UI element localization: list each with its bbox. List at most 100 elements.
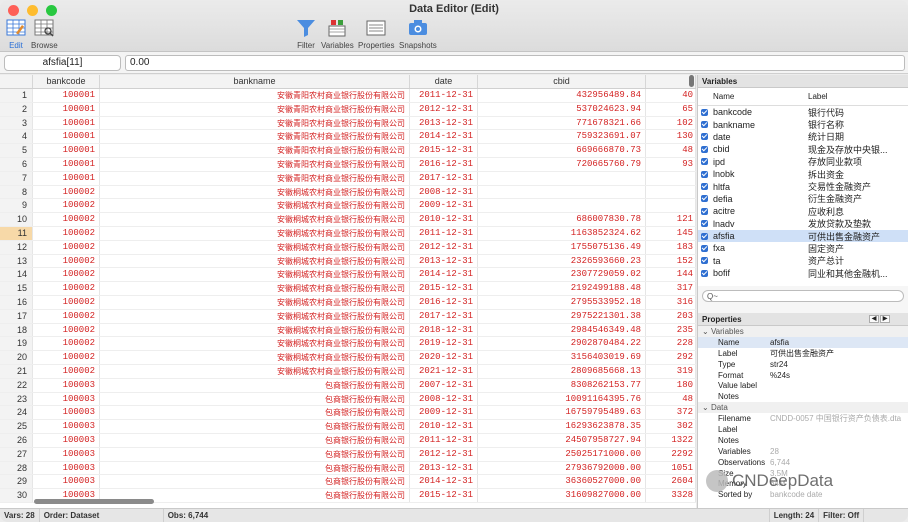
table-cell[interactable] — [478, 185, 646, 199]
table-cell[interactable]: 2975221301.38 — [478, 309, 646, 323]
row-number[interactable]: 9 — [0, 199, 33, 213]
property-row[interactable]: Format %24s — [698, 370, 908, 381]
row-number[interactable]: 21 — [0, 364, 33, 378]
table-cell[interactable]: 686007830.78 — [478, 213, 646, 226]
table-cell[interactable]: 包商银行股份有限公司 — [100, 420, 410, 433]
table-row[interactable]: 2 100001 安徽青阳农村商业银行股份有限公司 2012-12-31 5370246… — [0, 102, 696, 117]
table-cell[interactable]: 2010-12-31 — [410, 420, 478, 433]
table-cell[interactable]: 安徽桐城农村商业银行股份有限公司 — [100, 185, 410, 199]
variable-list-item[interactable]: fxa 固定资产 — [698, 242, 908, 254]
table-cell[interactable]: 包商银行股份有限公司 — [100, 378, 410, 392]
table-cell[interactable]: 安徽青阳农村商业银行股份有限公司 — [100, 171, 410, 185]
row-number[interactable]: 22 — [0, 378, 33, 392]
table-cell[interactable]: 316 — [646, 295, 696, 309]
table-cell[interactable]: 100003 — [33, 378, 100, 392]
table-cell[interactable]: 2011-12-31 — [410, 89, 478, 102]
table-cell[interactable]: 93 — [646, 157, 696, 171]
table-cell[interactable]: 安徽青阳农村商业银行股份有限公司 — [100, 130, 410, 144]
table-cell[interactable]: 2192499188.48 — [478, 282, 646, 295]
table-cell[interactable]: 2013-12-31 — [410, 461, 478, 475]
checkbox-icon[interactable] — [701, 145, 708, 153]
table-cell[interactable]: 2018-12-31 — [410, 323, 478, 337]
table-cell[interactable]: 8308262153.77 — [478, 378, 646, 392]
table-cell[interactable]: 100002 — [33, 268, 100, 282]
row-number[interactable]: 19 — [0, 337, 33, 351]
table-row[interactable]: 18 100002 安徽桐城农村商业银行股份有限公司 2018-12-31 298454… — [0, 323, 696, 338]
row-number[interactable]: 11 — [0, 226, 33, 240]
table-cell[interactable]: 16293623878.35 — [478, 420, 646, 433]
table-cell[interactable]: 771678321.66 — [478, 116, 646, 130]
checkbox-icon[interactable] — [701, 158, 708, 166]
checkbox-icon[interactable] — [701, 220, 708, 228]
property-row[interactable]: Filename CNDD-0057 中国银行资产负债表.dta — [698, 413, 908, 424]
cell-reference-field[interactable]: afsfia[11] — [4, 55, 121, 71]
property-row[interactable]: Name afsfia — [698, 336, 908, 348]
table-cell[interactable]: 2307729059.02 — [478, 268, 646, 282]
table-cell[interactable]: 2013-12-31 — [410, 254, 478, 268]
table-cell[interactable]: 安徽桐城农村商业银行股份有限公司 — [100, 309, 410, 323]
table-cell[interactable]: 2015-12-31 — [410, 144, 478, 157]
properties-section-data[interactable]: ⌄ Data — [698, 402, 908, 414]
next-arrow-icon[interactable]: ▶ — [880, 315, 890, 323]
checkbox-icon[interactable] — [701, 195, 708, 203]
table-cell[interactable]: 安徽桐城农村商业银行股份有限公司 — [100, 337, 410, 351]
browse-button[interactable]: Browse — [31, 18, 58, 50]
table-row[interactable]: 5 100001 安徽青阳农村商业银行股份有限公司 2015-12-31 6696668… — [0, 144, 696, 158]
table-cell[interactable]: 180 — [646, 378, 696, 392]
table-cell[interactable]: 100001 — [33, 116, 100, 130]
table-cell[interactable]: 100003 — [33, 420, 100, 433]
table-cell[interactable]: 安徽桐城农村商业银行股份有限公司 — [100, 213, 410, 226]
table-cell[interactable]: 100003 — [33, 475, 100, 489]
table-cell[interactable]: 包商银行股份有限公司 — [100, 447, 410, 461]
checkbox-icon[interactable] — [701, 170, 708, 178]
table-cell[interactable]: 包商银行股份有限公司 — [100, 475, 410, 489]
table-cell[interactable]: 2017-12-31 — [410, 309, 478, 323]
table-cell[interactable] — [646, 185, 696, 199]
properties-section-variables[interactable]: ⌄ Variables — [698, 326, 908, 337]
table-cell[interactable]: 安徽青阳农村商业银行股份有限公司 — [100, 102, 410, 116]
table-cell[interactable]: 100002 — [33, 282, 100, 295]
table-cell[interactable]: 100002 — [33, 185, 100, 199]
row-number[interactable]: 29 — [0, 475, 33, 489]
table-cell[interactable]: 安徽青阳农村商业银行股份有限公司 — [100, 157, 410, 171]
variable-list-item[interactable]: ipd 存放同业款项 — [698, 156, 908, 168]
table-cell[interactable]: 2008-12-31 — [410, 185, 478, 199]
prev-arrow-icon[interactable]: ◀ — [869, 315, 879, 323]
vertical-scrollbar[interactable] — [689, 75, 694, 87]
table-cell[interactable]: 102 — [646, 116, 696, 130]
table-cell[interactable]: 317 — [646, 282, 696, 295]
table-cell[interactable]: 安徽桐城农村商业银行股份有限公司 — [100, 254, 410, 268]
table-cell[interactable]: 安徽桐城农村商业银行股份有限公司 — [100, 282, 410, 295]
table-cell[interactable]: 安徽桐城农村商业银行股份有限公司 — [100, 351, 410, 364]
checkbox-icon[interactable] — [701, 232, 708, 240]
table-cell[interactable]: 100002 — [33, 364, 100, 378]
table-cell[interactable]: 3328 — [646, 489, 696, 502]
table-cell[interactable]: 安徽桐城农村商业银行股份有限公司 — [100, 268, 410, 282]
table-cell[interactable]: 2809685668.13 — [478, 364, 646, 378]
row-number[interactable]: 8 — [0, 185, 33, 199]
table-row[interactable]: 22 100003 包商银行股份有限公司 2007-12-31 8308262153.7… — [0, 378, 696, 393]
checkbox-icon[interactable] — [701, 257, 708, 265]
row-number[interactable]: 10 — [0, 213, 33, 226]
table-cell[interactable]: 235 — [646, 323, 696, 337]
edit-button[interactable]: Edit — [6, 18, 26, 50]
row-number[interactable]: 23 — [0, 392, 33, 406]
table-cell[interactable]: 25025171000.00 — [478, 447, 646, 461]
table-cell[interactable]: 2795533952.18 — [478, 295, 646, 309]
table-cell[interactable]: 2012-12-31 — [410, 240, 478, 254]
variable-list-item[interactable]: lnobk 拆出资金 — [698, 168, 908, 180]
row-number[interactable]: 1 — [0, 89, 33, 102]
table-row[interactable]: 12 100002 安徽桐城农村商业银行股份有限公司 2012-12-31 175507… — [0, 240, 696, 255]
table-row[interactable]: 26 100003 包商银行股份有限公司 2011-12-31 24507958727.… — [0, 433, 696, 448]
table-cell[interactable]: 65 — [646, 102, 696, 116]
table-cell[interactable]: 2015-12-31 — [410, 489, 478, 502]
variable-list-item[interactable]: cbid 现金及存放中央银... — [698, 143, 908, 155]
variable-list-item[interactable]: bofif 同业和其他金融机... — [698, 267, 908, 279]
table-cell[interactable]: 安徽桐城农村商业银行股份有限公司 — [100, 364, 410, 378]
table-cell[interactable]: 100002 — [33, 199, 100, 213]
table-cell[interactable]: 292 — [646, 351, 696, 364]
table-cell[interactable]: 3156403019.69 — [478, 351, 646, 364]
label-column-header[interactable]: Label — [808, 92, 908, 101]
table-cell[interactable]: 1051 — [646, 461, 696, 475]
variables-search-input[interactable]: Q~ — [702, 290, 904, 302]
